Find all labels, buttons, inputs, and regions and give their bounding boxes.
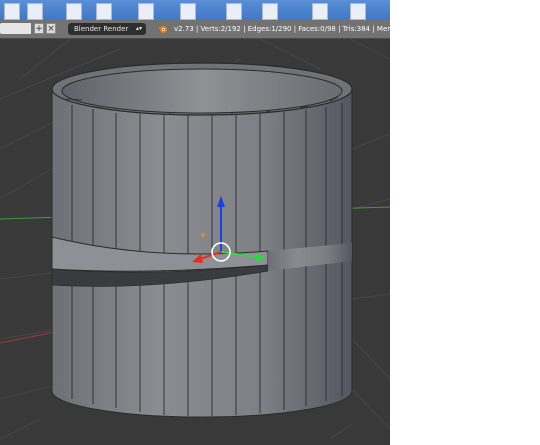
desktop-shortcut-icon[interactable] [350,3,366,20]
desktop-shortcut-icon[interactable] [66,3,82,20]
desktop-shortcut-icon[interactable] [180,3,196,20]
info-header-bar: + × Blender Render ▴▾ v2.73 | Verts:2/19… [0,20,394,39]
delete-scene-button[interactable]: × [46,23,56,34]
desktop-shortcut-icon[interactable] [226,3,242,20]
viewport-canvas[interactable] [0,39,390,445]
x-icon: × [47,24,55,34]
desktop-shortcut-icon[interactable] [4,3,20,20]
scene-statistics: v2.73 | Verts:2/192 | Edges:1/290 | Face… [174,25,395,33]
desktop-taskbar-strip [0,0,390,20]
desktop-shortcut-icon[interactable] [27,3,43,20]
object-origin-dot [201,233,205,237]
desktop-shortcut-icon[interactable] [312,3,328,20]
dropdown-arrows-icon: ▴▾ [135,25,142,32]
scene-name-field[interactable] [0,23,31,34]
plus-icon: + [35,24,43,34]
render-engine-label: Blender Render [74,25,129,33]
blender-logo-icon [158,25,168,34]
desktop-shortcut-icon[interactable] [262,3,278,20]
cylinder-mesh[interactable] [51,62,353,418]
desktop-shortcut-icon[interactable] [96,3,112,20]
3d-viewport[interactable] [0,39,390,445]
render-engine-dropdown[interactable]: Blender Render ▴▾ [68,23,146,35]
add-scene-button[interactable]: + [34,23,44,34]
desktop-shortcut-icon[interactable] [138,3,154,20]
